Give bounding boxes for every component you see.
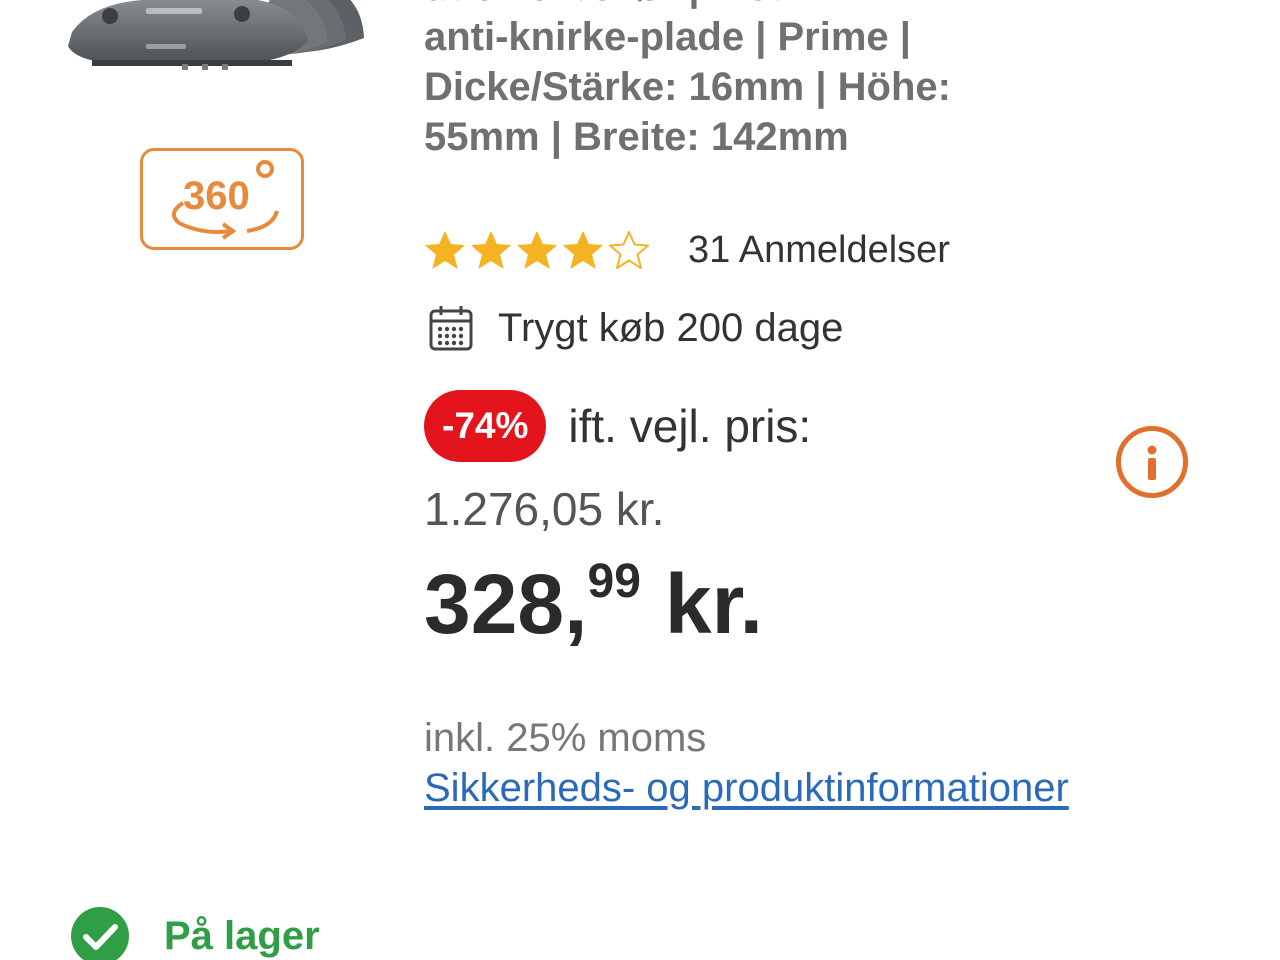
safe-purchase-label: Trygt køb 200 dage — [498, 305, 844, 350]
rating: 31 Anmeldelser — [424, 228, 950, 272]
old-price: 1.276,05 kr. — [424, 483, 665, 535]
product-detail-page: 360 uden tilbehør | med anti-knirke-plad… — [0, 0, 1280, 960]
star-filled-icon — [563, 231, 603, 269]
star-filled-icon — [425, 231, 465, 269]
product-image[interactable] — [62, 0, 372, 70]
safety-info-link[interactable]: Sikkerheds- og produktinformationer — [424, 766, 1069, 811]
star-filled-icon — [471, 231, 511, 269]
reviews-link[interactable]: 31 Anmeldelser — [688, 229, 950, 272]
price-info-button[interactable] — [1116, 426, 1188, 498]
star-empty-icon — [609, 231, 649, 269]
view-360-label: 360 — [183, 174, 250, 218]
discount-badge: -74% — [424, 390, 547, 462]
vat-note: inkl. 25% moms — [424, 716, 707, 760]
current-price: 328, 99 kr. — [424, 556, 763, 652]
price-currency: kr. — [664, 557, 763, 651]
info-icon — [1147, 445, 1157, 480]
product-title: uden tilbehør | med anti-knirke-plade | … — [424, 0, 951, 159]
discount-row: -74% ift. vejl. pris: — [424, 390, 811, 462]
rrp-label: ift. vejl. pris: — [568, 400, 812, 452]
rotate-360-icon: 360 — [171, 160, 279, 240]
check-circle-icon — [71, 907, 129, 960]
star-filled-icon — [517, 231, 557, 269]
view-360-button[interactable]: 360 — [140, 148, 304, 250]
rating-stars — [424, 229, 650, 271]
price-cents: 99 — [587, 555, 641, 608]
calendar-icon — [429, 306, 473, 351]
stock-status: På lager — [70, 906, 320, 960]
price-main: 328, — [424, 557, 588, 651]
stock-label: På lager — [164, 913, 320, 958]
safe-purchase: Trygt køb 200 dage — [428, 304, 843, 352]
